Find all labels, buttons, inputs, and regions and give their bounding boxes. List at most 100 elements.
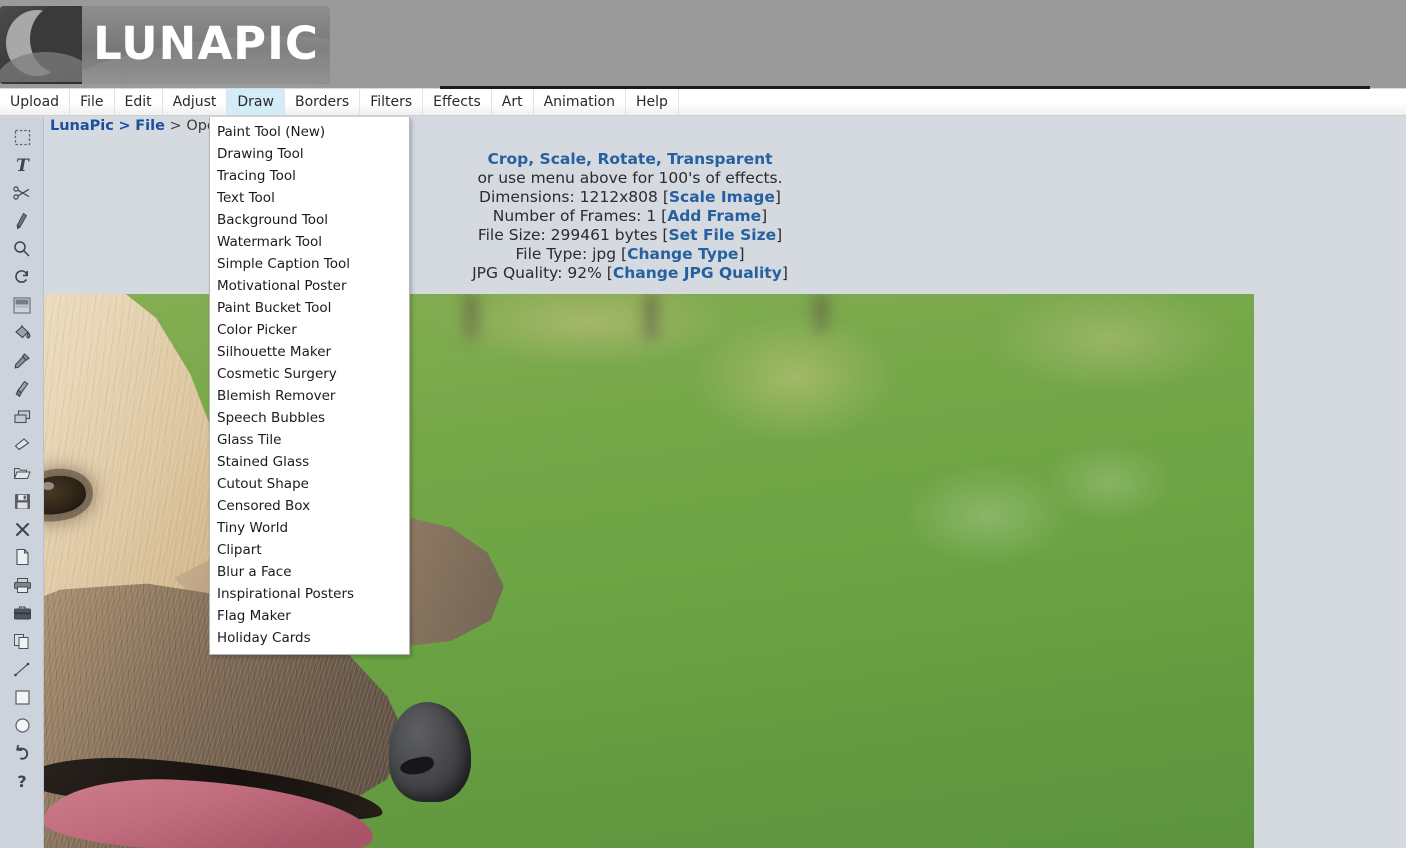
menu-help[interactable]: Help [626, 89, 679, 115]
menu-animation[interactable]: Animation [534, 89, 626, 115]
rectangle-icon[interactable] [0, 683, 44, 711]
draw-item-inspirational-posters[interactable]: Inspirational Posters [210, 583, 409, 605]
draw-item-stained-glass[interactable]: Stained Glass [210, 451, 409, 473]
dimensions-value: 1212x808 [580, 188, 658, 206]
bracket-close-4: ] [738, 245, 744, 263]
draw-item-tiny-world[interactable]: Tiny World [210, 517, 409, 539]
draw-item-blur-a-face[interactable]: Blur a Face [210, 561, 409, 583]
rotate-icon[interactable] [0, 263, 44, 291]
pencil-icon[interactable] [0, 207, 44, 235]
gradient-icon[interactable] [0, 291, 44, 319]
marquee-select-icon[interactable] [0, 123, 44, 151]
eyedropper-icon[interactable] [0, 347, 44, 375]
magnifier-icon[interactable] [0, 235, 44, 263]
transparent-link[interactable]: Transparent [667, 150, 772, 168]
bracket-close-3: ] [776, 226, 782, 244]
logo-text-plate: LUNAPIC [82, 6, 330, 84]
add-frame-link[interactable]: Add Frame [667, 207, 761, 225]
lunapic-logo[interactable]: LUNAPIC [0, 6, 330, 84]
draw-item-tracing-tool[interactable]: Tracing Tool [210, 165, 409, 187]
bracket-close-1: ] [775, 188, 781, 206]
menu-edit[interactable]: Edit [115, 89, 163, 115]
quick-actions-row: Crop, Scale, Rotate, Transparent [420, 150, 840, 169]
eraser-icon[interactable] [0, 431, 44, 459]
lunapic-app-window: LUNAPIC Upload File Edit Adjust Draw Bor… [0, 0, 1406, 848]
filetype-label: File Type: [515, 245, 587, 263]
header-bar: LUNAPIC [0, 0, 1406, 88]
dimensions-label: Dimensions: [479, 188, 575, 206]
dog-nose [389, 702, 471, 802]
draw-item-drawing-tool[interactable]: Drawing Tool [210, 143, 409, 165]
copy-icon[interactable] [0, 627, 44, 655]
filetype-value: jpg [592, 245, 616, 263]
menu-draw[interactable]: Draw [227, 89, 285, 115]
jpgquality-value: 92% [567, 264, 601, 282]
frames-row: Number of Frames: 1 [Add Frame] [420, 207, 840, 226]
text-icon[interactable]: T [0, 151, 44, 179]
scissors-icon[interactable] [0, 179, 44, 207]
dimensions-row: Dimensions: 1212x808 [Scale Image] [420, 188, 840, 207]
breadcrumb-sep-2: > [170, 118, 182, 134]
logo-wordmark: LUNAPIC [93, 21, 319, 69]
draw-item-glass-tile[interactable]: Glass Tile [210, 429, 409, 451]
draw-item-cutout-shape[interactable]: Cutout Shape [210, 473, 409, 495]
save-disk-icon[interactable] [0, 487, 44, 515]
draw-item-holiday-cards[interactable]: Holiday Cards [210, 627, 409, 649]
ellipse-icon[interactable] [0, 711, 44, 739]
draw-item-color-picker[interactable]: Color Picker [210, 319, 409, 341]
scale-link[interactable]: Scale [540, 150, 587, 168]
main-menu-bar: Upload File Edit Adjust Draw Borders Fil… [0, 89, 1406, 116]
paintbrush-icon[interactable] [0, 375, 44, 403]
paint-bucket-icon[interactable] [0, 319, 44, 347]
filetype-row: File Type: jpg [Change Type] [420, 245, 840, 264]
menu-adjust[interactable]: Adjust [163, 89, 228, 115]
help-question-icon[interactable]: ? [0, 767, 44, 795]
breadcrumb: LunaPic > File > Open [50, 118, 225, 134]
draw-item-flag-maker[interactable]: Flag Maker [210, 605, 409, 627]
menu-effects[interactable]: Effects [423, 89, 492, 115]
info-subtitle: or use menu above for 100's of effects. [420, 169, 840, 188]
briefcase-icon[interactable] [0, 599, 44, 627]
close-x-icon[interactable] [0, 515, 44, 543]
draw-item-speech-bubbles[interactable]: Speech Bubbles [210, 407, 409, 429]
draw-item-paint-bucket-tool[interactable]: Paint Bucket Tool [210, 297, 409, 319]
set-file-size-link[interactable]: Set File Size [668, 226, 776, 244]
filesize-row: File Size: 299461 bytes [Set File Size] [420, 226, 840, 245]
comma-3: , [656, 150, 667, 168]
draw-item-watermark-tool[interactable]: Watermark Tool [210, 231, 409, 253]
draw-item-censored-box[interactable]: Censored Box [210, 495, 409, 517]
draw-item-simple-caption-tool[interactable]: Simple Caption Tool [210, 253, 409, 275]
breadcrumb-file-link[interactable]: File [135, 118, 165, 134]
layers-icon[interactable] [0, 403, 44, 431]
rotate-link[interactable]: Rotate [597, 150, 655, 168]
comma-1: , [528, 150, 539, 168]
draw-item-silhouette-maker[interactable]: Silhouette Maker [210, 341, 409, 363]
crop-link[interactable]: Crop [487, 150, 528, 168]
jpgquality-row: JPG Quality: 92% [Change JPG Quality] [420, 264, 840, 283]
undo-icon[interactable] [0, 739, 44, 767]
comma-2: , [586, 150, 597, 168]
new-file-icon[interactable] [0, 543, 44, 571]
draw-item-background-tool[interactable]: Background Tool [210, 209, 409, 231]
bracket-close-2: ] [761, 207, 767, 225]
draw-item-motivational-poster[interactable]: Motivational Poster [210, 275, 409, 297]
draw-item-paint-tool-new[interactable]: Paint Tool (New) [210, 121, 409, 143]
folder-open-icon[interactable] [0, 459, 44, 487]
draw-item-text-tool[interactable]: Text Tool [210, 187, 409, 209]
menu-art[interactable]: Art [492, 89, 534, 115]
draw-item-cosmetic-surgery[interactable]: Cosmetic Surgery [210, 363, 409, 385]
breadcrumb-root-link[interactable]: LunaPic [50, 118, 114, 134]
change-type-link[interactable]: Change Type [627, 245, 738, 263]
breadcrumb-sep-1: > [118, 118, 130, 134]
menu-filters[interactable]: Filters [360, 89, 423, 115]
change-jpg-quality-link[interactable]: Change JPG Quality [613, 264, 782, 282]
printer-icon[interactable] [0, 571, 44, 599]
menu-bar-filler [679, 89, 1406, 115]
draw-item-clipart[interactable]: Clipart [210, 539, 409, 561]
menu-borders[interactable]: Borders [285, 89, 360, 115]
scale-image-link[interactable]: Scale Image [669, 188, 775, 206]
draw-item-blemish-remover[interactable]: Blemish Remover [210, 385, 409, 407]
menu-upload[interactable]: Upload [0, 89, 70, 115]
line-icon[interactable] [0, 655, 44, 683]
menu-file[interactable]: File [70, 89, 114, 115]
